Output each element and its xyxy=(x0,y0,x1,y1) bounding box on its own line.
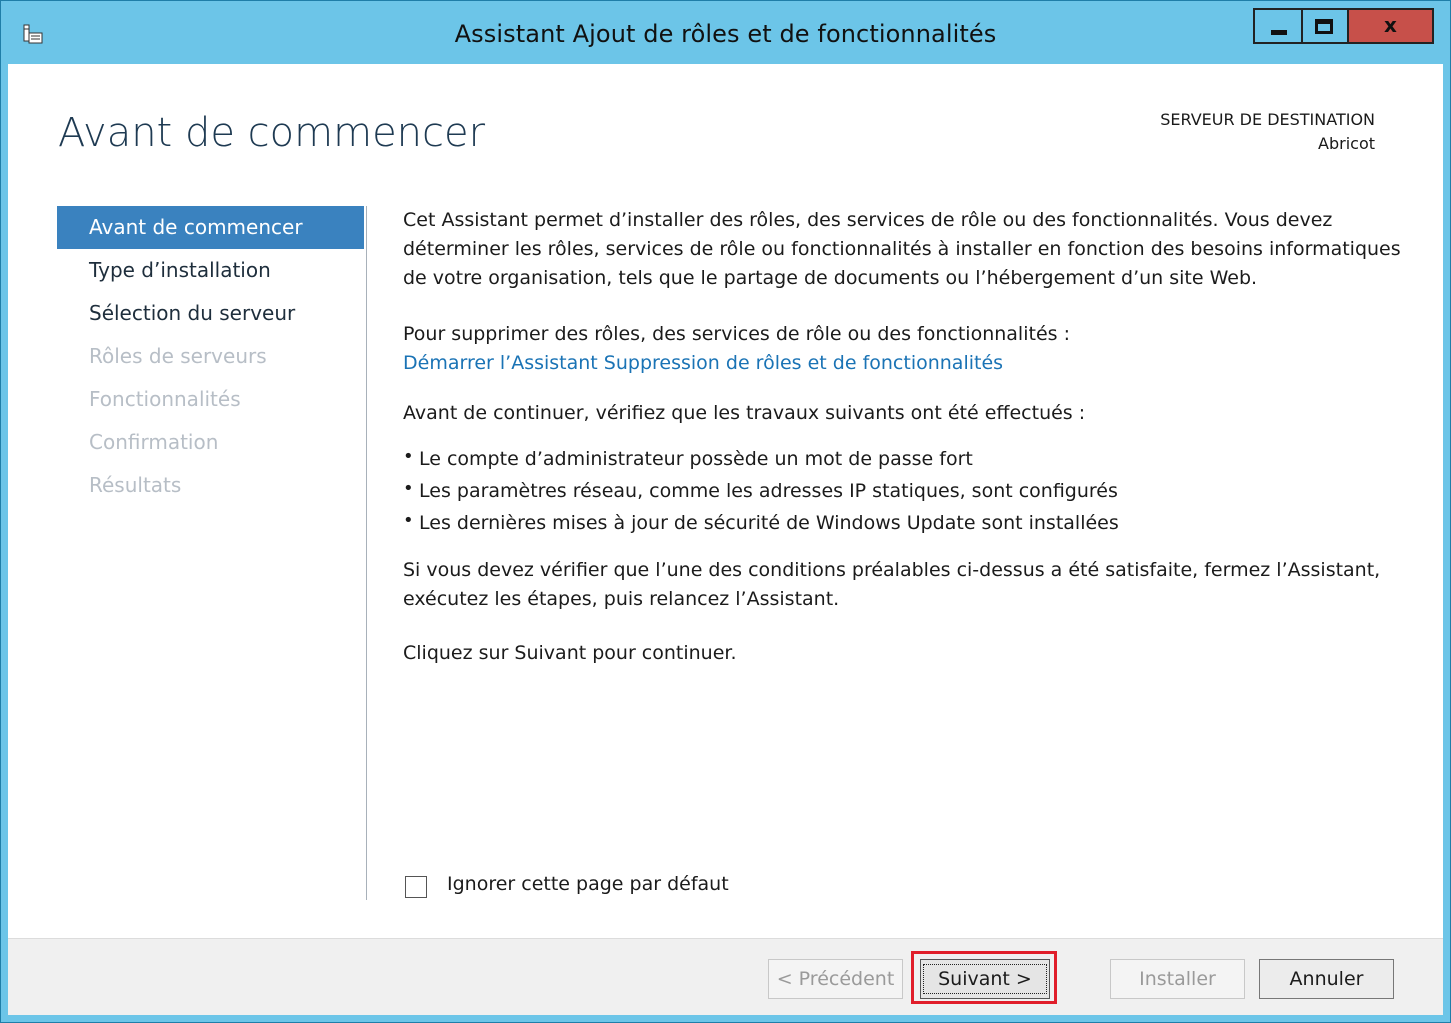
install-button: Installer xyxy=(1110,959,1245,999)
nav-item-resultats: Résultats xyxy=(89,473,182,497)
next-button[interactable]: Suivant > xyxy=(920,959,1050,999)
page-title: Avant de commencer xyxy=(58,110,486,156)
previous-button: < Précédent xyxy=(768,959,903,999)
wizard-client-area: Avant de commencer SERVEUR DE DESTINATIO… xyxy=(8,64,1443,1015)
nav-item-type-installation[interactable]: Type d’installation xyxy=(57,249,364,292)
title-bar[interactable]: Assistant Ajout de rôles et de fonctionn… xyxy=(0,0,1451,64)
list-item: Les paramètres réseau, comme les adresse… xyxy=(403,473,1413,507)
continue-note: Cliquez sur Suivant pour continuer. xyxy=(403,642,737,664)
wizard-window: Assistant Ajout de rôles et de fonctionn… xyxy=(0,0,1451,1023)
nav-item-fonctionnalites: Fonctionnalités xyxy=(89,387,241,411)
nav-item-selection-serveur[interactable]: Sélection du serveur xyxy=(57,292,364,335)
skip-page-label[interactable]: Ignorer cette page par défaut xyxy=(447,873,729,895)
wizard-content: Cet Assistant permet d’installer des rôl… xyxy=(403,206,1413,668)
destination-server-name: Abricot xyxy=(1318,134,1375,153)
nav-item-confirmation: Confirmation xyxy=(89,430,219,454)
remove-roles-wizard-link[interactable]: Démarrer l’Assistant Suppression de rôle… xyxy=(403,352,1003,374)
checklist-intro: Avant de continuer, vérifiez que les tra… xyxy=(403,402,1086,424)
remove-roles-text: Pour supprimer des rôles, des services d… xyxy=(403,323,1070,345)
destination-server-label: SERVEUR DE DESTINATION xyxy=(1160,110,1375,129)
prerequisite-list: Le compte d’administrateur possède un mo… xyxy=(403,441,1413,539)
window-title: Assistant Ajout de rôles et de fonctionn… xyxy=(454,20,997,48)
wizard-step-nav: Avant de commencer Type d’installation S… xyxy=(57,206,364,507)
next-button-label: Suivant > xyxy=(923,964,1047,994)
list-item: Les dernières mises à jour de sécurité d… xyxy=(403,505,1413,539)
prerequisite-note: Si vous devez vérifier que l’une des con… xyxy=(403,559,1381,610)
close-icon: x xyxy=(1384,13,1397,37)
maximize-button[interactable] xyxy=(1303,8,1349,44)
button-bar: < Précédent Suivant > Installer Annuler xyxy=(8,938,1443,1015)
skip-page-checkbox[interactable] xyxy=(405,876,427,898)
list-item: Le compte d’administrateur possède un mo… xyxy=(403,441,1413,475)
nav-divider xyxy=(366,206,367,900)
intro-paragraph: Cet Assistant permet d’installer des rôl… xyxy=(403,209,1401,289)
cancel-button[interactable]: Annuler xyxy=(1259,959,1394,999)
minimize-button[interactable] xyxy=(1253,8,1303,44)
close-button[interactable]: x xyxy=(1349,8,1434,44)
nav-item-avant-de-commencer[interactable]: Avant de commencer xyxy=(57,206,364,249)
nav-item-roles-serveurs: Rôles de serveurs xyxy=(89,344,267,368)
